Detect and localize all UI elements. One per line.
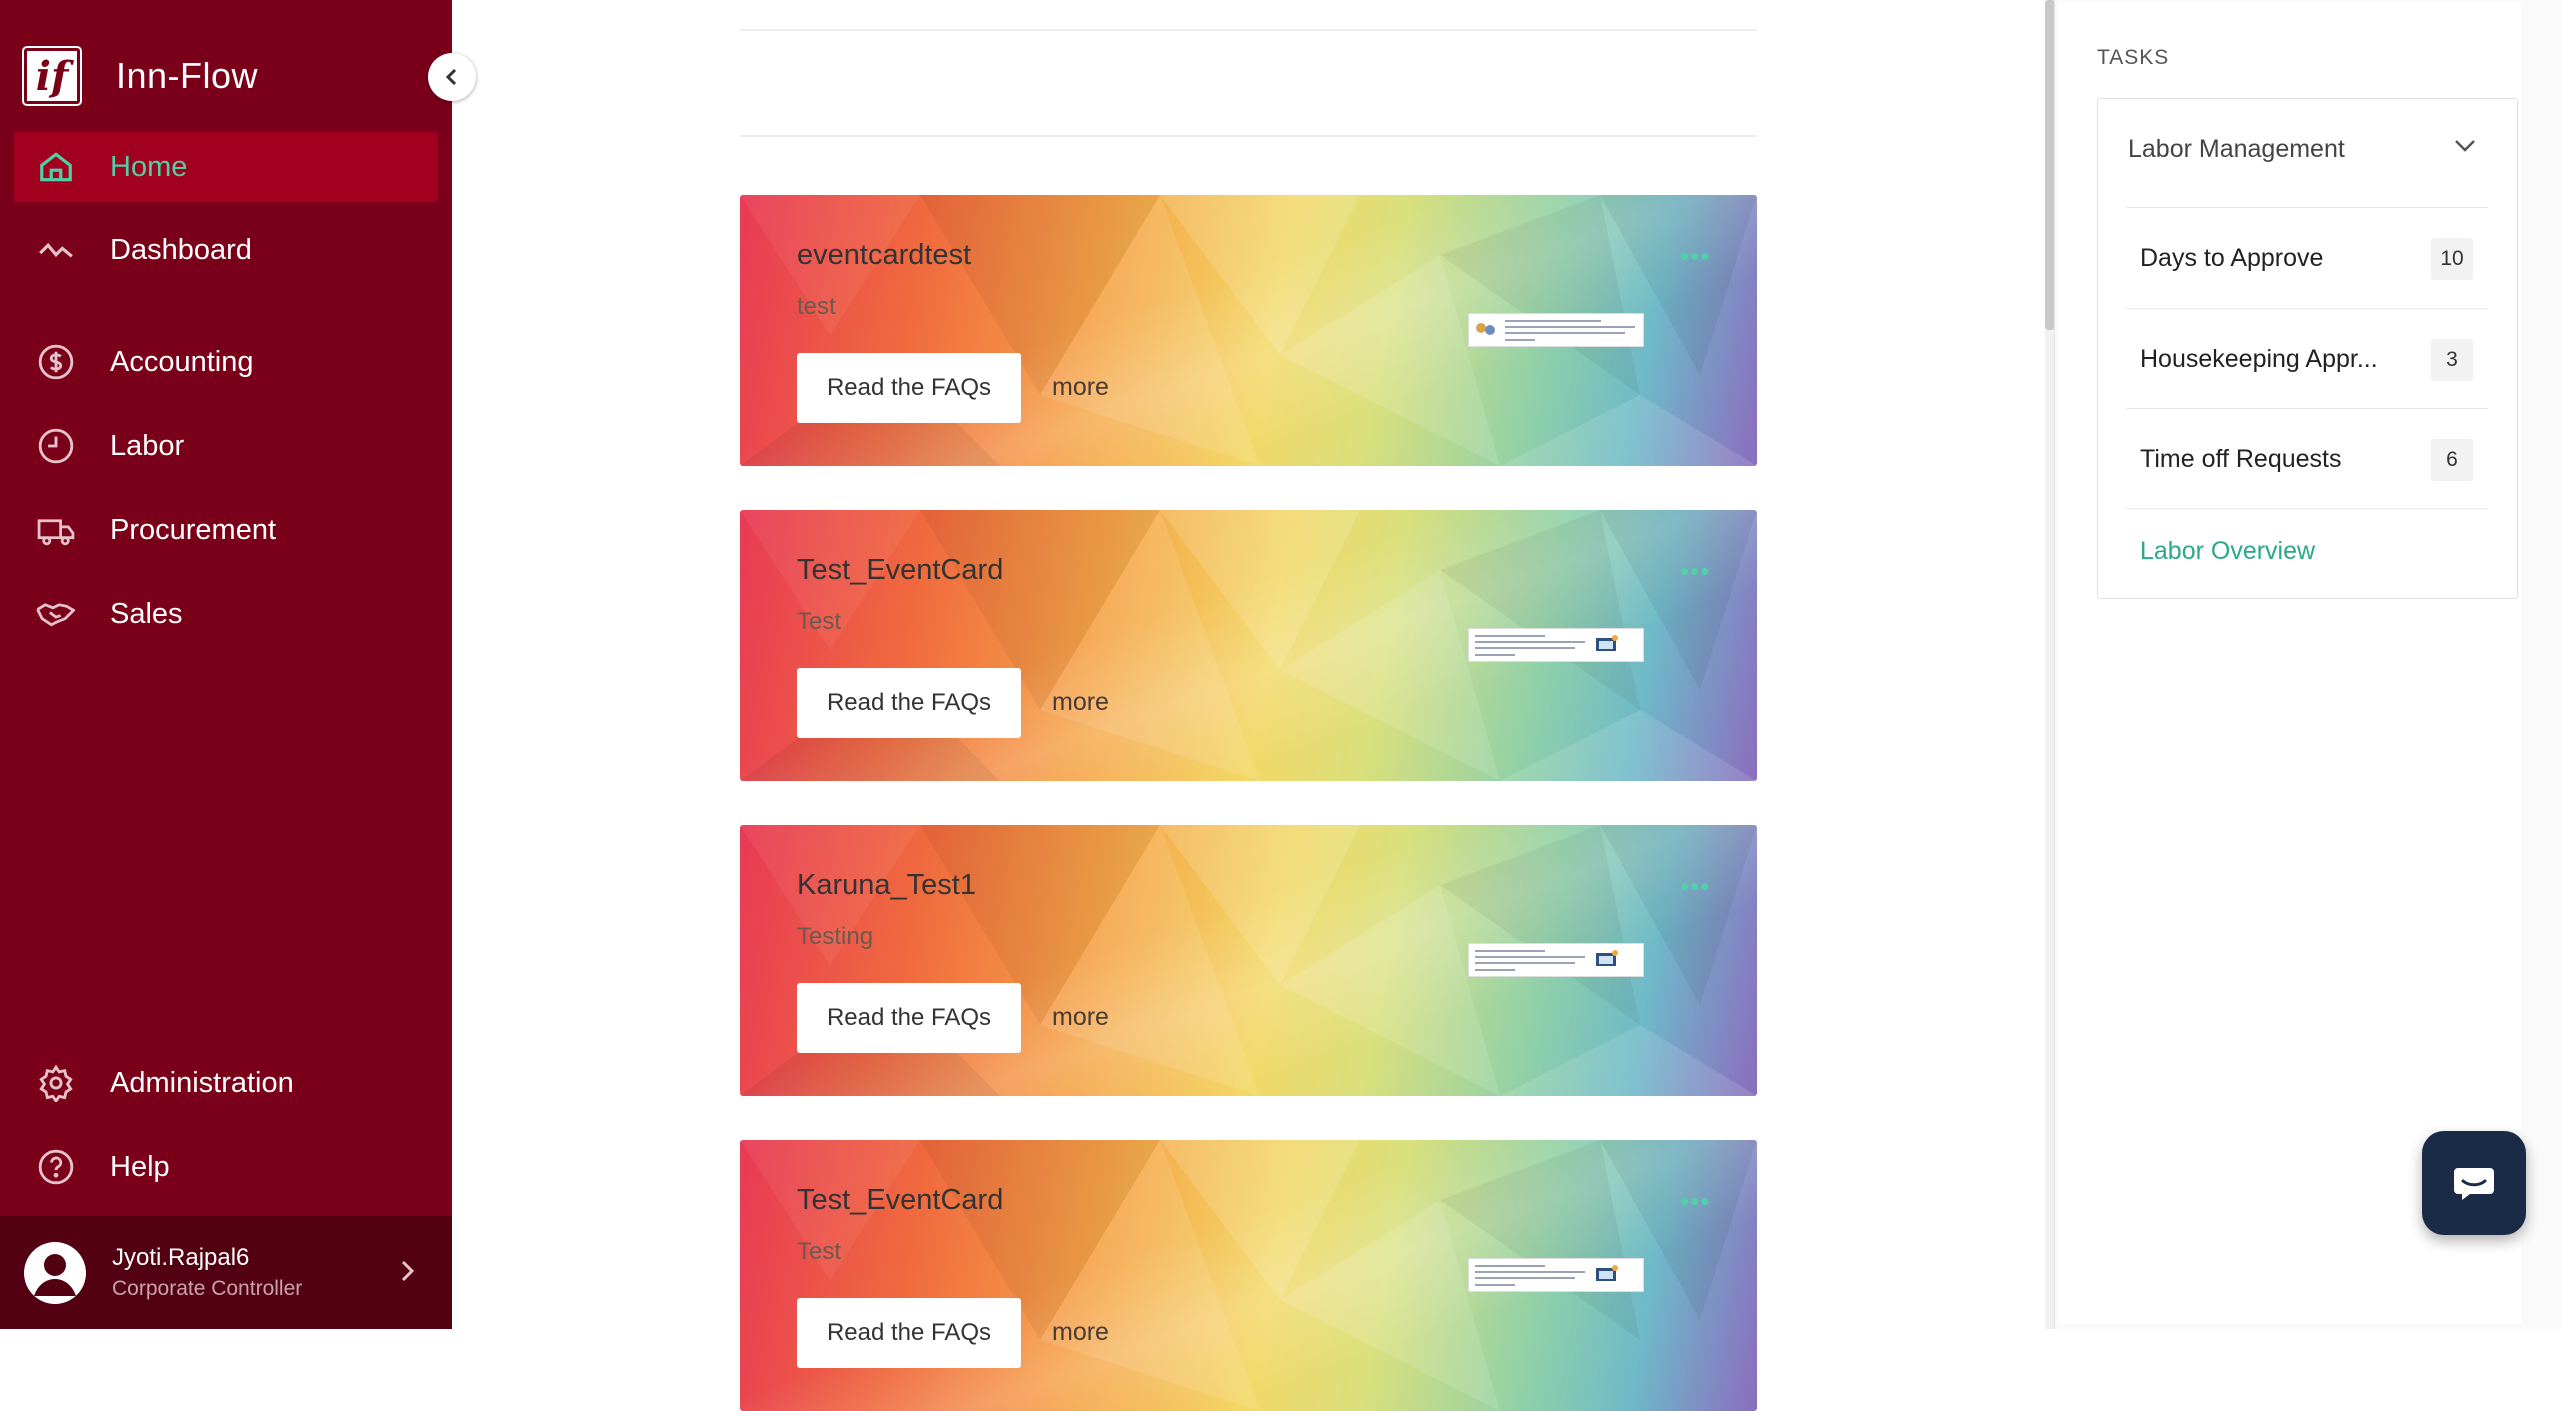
truck-icon: [36, 510, 76, 550]
more-link[interactable]: more: [1052, 688, 1109, 717]
people-icon: [1476, 323, 1495, 335]
chat-button[interactable]: [2422, 1131, 2526, 1235]
pulse-icon: [36, 230, 76, 270]
sidebar-item-procurement[interactable]: Procurement: [14, 495, 438, 565]
avatar: [24, 1242, 86, 1304]
task-group-title[interactable]: Labor Management: [2128, 135, 2345, 164]
task-row-days-to-approve[interactable]: Days to Approve 10: [2126, 208, 2488, 308]
chevron-right-icon[interactable]: [398, 1256, 418, 1291]
task-row-time-off[interactable]: Time off Requests 6: [2126, 409, 2488, 509]
sidebar-item-home[interactable]: Home: [14, 132, 438, 202]
event-card: Test_EventCard Test Read the FAQs more •…: [740, 1140, 1757, 1411]
card-thumbnail[interactable]: [1468, 943, 1644, 977]
dollar-circle-icon: [36, 342, 76, 382]
read-faqs-button[interactable]: Read the FAQs: [797, 983, 1021, 1053]
question-circle-icon: [36, 1147, 76, 1187]
sidebar-item-label: Dashboard: [110, 233, 252, 266]
task-label: Housekeeping Appr...: [2140, 345, 2378, 373]
sidebar: if Inn-Flow Home Dashboard Accounting La…: [0, 0, 452, 1329]
more-options-icon[interactable]: •••: [1680, 1186, 1710, 1217]
sidebar-item-labor[interactable]: Labor: [14, 411, 438, 481]
chevron-down-icon[interactable]: [2453, 137, 2477, 158]
card-subtitle: Test: [797, 608, 842, 635]
app-logo: if: [24, 48, 80, 104]
read-faqs-button[interactable]: Read the FAQs: [797, 1298, 1021, 1368]
more-options-icon[interactable]: •••: [1680, 241, 1710, 272]
sidebar-item-dashboard[interactable]: Dashboard: [14, 215, 438, 285]
labor-overview-link[interactable]: Labor Overview: [2140, 537, 2315, 566]
card-subtitle: Test: [797, 1238, 842, 1265]
user-name: Jyoti.Rajpal6: [112, 1244, 250, 1271]
tasks-card: Labor Management Days to Approve 10 Hous…: [2097, 98, 2518, 599]
sidebar-item-label: Procurement: [110, 513, 277, 546]
clock-icon: [36, 426, 76, 466]
card-thumbnail[interactable]: [1468, 1258, 1644, 1292]
laptop-icon: [1596, 1265, 1618, 1281]
card-title: Karuna_Test1: [797, 869, 976, 901]
sidebar-item-label: Home: [110, 150, 188, 183]
card-title: Test_EventCard: [797, 554, 1004, 586]
laptop-icon: [1596, 950, 1618, 966]
user-profile[interactable]: Jyoti.Rajpal6 Corporate Controller: [0, 1216, 452, 1329]
card-title: eventcardtest: [797, 239, 972, 271]
card-thumbnail[interactable]: [1468, 628, 1644, 662]
event-card: Test_EventCard Test Read the FAQs more •…: [740, 510, 1757, 781]
card-subtitle: test: [797, 293, 836, 320]
task-label: Days to Approve: [2140, 244, 2324, 272]
read-faqs-button[interactable]: Read the FAQs: [797, 668, 1021, 738]
home-icon: [36, 147, 76, 187]
more-link[interactable]: more: [1052, 1318, 1109, 1347]
task-count-badge: 6: [2431, 439, 2473, 481]
collapse-sidebar-button[interactable]: [428, 53, 476, 101]
divider: [740, 135, 1757, 137]
brand[interactable]: if Inn-Flow: [24, 46, 258, 106]
card-subtitle: Testing: [797, 923, 874, 950]
more-link[interactable]: more: [1052, 1003, 1109, 1032]
sidebar-item-label: Help: [110, 1150, 170, 1183]
divider: [740, 29, 1757, 31]
event-card: eventcardtest test Read the FAQs more ••…: [740, 195, 1757, 466]
sidebar-item-label: Administration: [110, 1066, 294, 1099]
sidebar-item-accounting[interactable]: Accounting: [14, 327, 438, 397]
tasks-heading: TASKS: [2097, 46, 2170, 69]
divider: [2126, 508, 2488, 509]
sidebar-item-label: Labor: [110, 429, 185, 462]
gear-icon: [36, 1063, 76, 1103]
chevron-left-icon: [445, 68, 457, 86]
task-count-badge: 3: [2431, 339, 2473, 381]
read-faqs-button[interactable]: Read the FAQs: [797, 353, 1021, 423]
more-options-icon[interactable]: •••: [1680, 871, 1710, 902]
task-label: Time off Requests: [2140, 445, 2342, 473]
sidebar-item-label: Accounting: [110, 345, 254, 378]
card-thumbnail[interactable]: [1468, 313, 1644, 347]
app-title: Inn-Flow: [116, 55, 259, 96]
laptop-icon: [1596, 635, 1618, 651]
sidebar-item-administration[interactable]: Administration: [14, 1048, 438, 1118]
event-card: Karuna_Test1 Testing Read the FAQs more …: [740, 825, 1757, 1096]
handshake-icon: [36, 594, 76, 634]
card-title: Test_EventCard: [797, 1184, 1004, 1216]
task-row-housekeeping[interactable]: Housekeeping Appr... 3: [2126, 309, 2488, 409]
more-link[interactable]: more: [1052, 373, 1109, 402]
chat-icon: [2454, 1168, 2494, 1200]
sidebar-item-sales[interactable]: Sales: [14, 579, 438, 649]
sidebar-item-label: Sales: [110, 597, 183, 630]
task-count-badge: 10: [2431, 238, 2473, 280]
more-options-icon[interactable]: •••: [1680, 556, 1710, 587]
user-role: Corporate Controller: [112, 1277, 303, 1300]
sidebar-item-help[interactable]: Help: [14, 1132, 438, 1202]
